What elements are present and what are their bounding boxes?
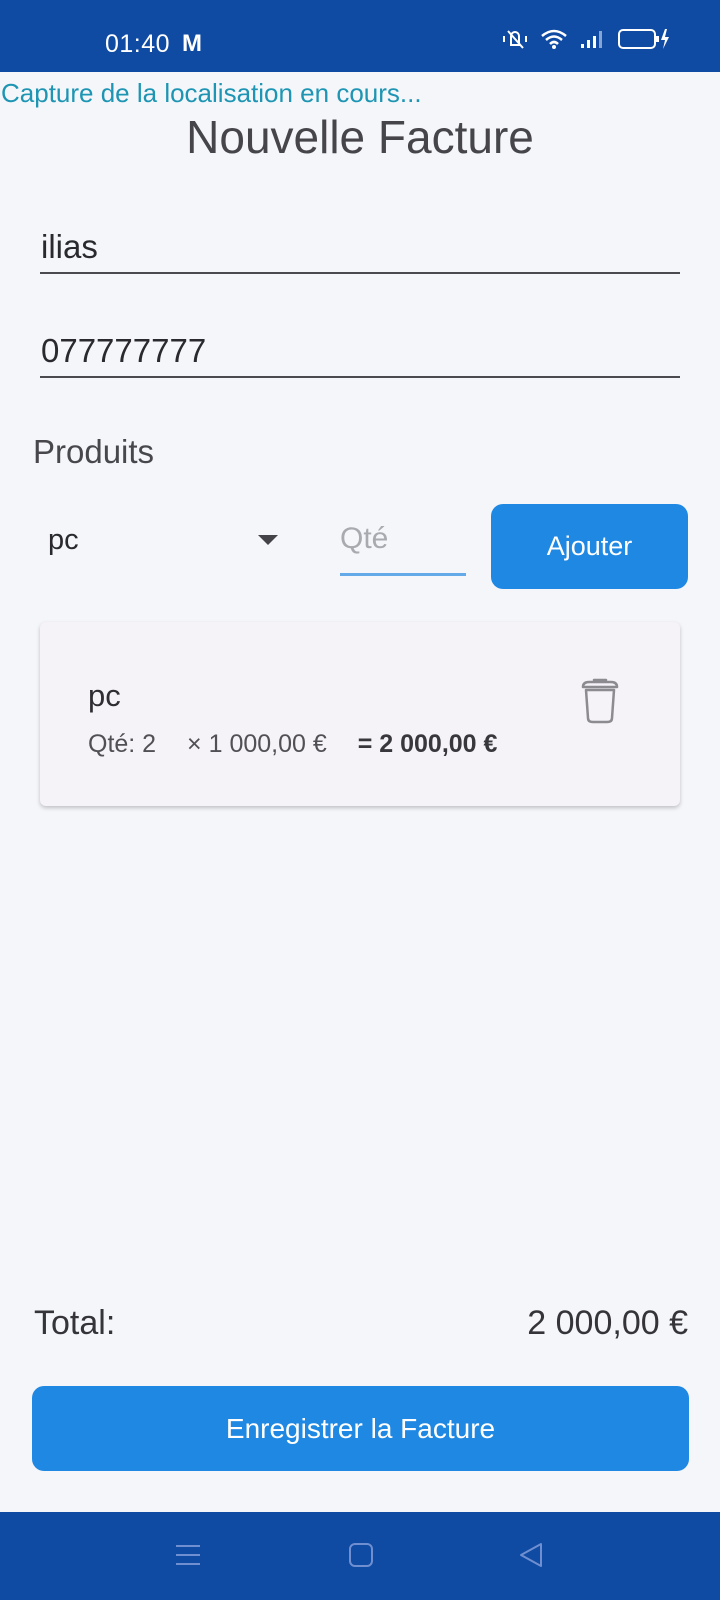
- item-line-total: = 2 000,00 €: [357, 730, 498, 758]
- nav-menu-button[interactable]: [175, 1542, 201, 1573]
- location-status-text: Capture de la localisation en cours...: [1, 78, 422, 108]
- client-phone-input[interactable]: [40, 326, 680, 376]
- client-phone-field[interactable]: [40, 326, 680, 378]
- navigation-bar: [0, 1512, 720, 1600]
- home-square-icon: [349, 1543, 373, 1567]
- product-dropdown-value: pc: [48, 523, 79, 556]
- total-value: 2 000,00 €: [527, 1304, 688, 1342]
- signal-icon: [581, 31, 602, 48]
- mute-vibrate-icon: [503, 30, 527, 49]
- item-detail: Qté: 2 × 1 000,00 € = 2 000,00 €: [88, 730, 497, 759]
- product-dropdown[interactable]: pc: [48, 520, 288, 560]
- item-quantity: Qté: 2: [88, 730, 157, 758]
- save-invoice-button[interactable]: Enregistrer la Facture: [32, 1386, 689, 1471]
- battery-charging-icon: [618, 29, 669, 49]
- back-triangle-icon: [520, 1543, 542, 1567]
- status-bar: 01:40 M: [0, 0, 720, 72]
- item-name: pc: [88, 678, 121, 713]
- quantity-input[interactable]: [340, 512, 466, 566]
- products-section-title: Produits: [33, 433, 155, 470]
- item-unit-price: × 1 000,00 €: [187, 730, 327, 758]
- status-time: 01:40: [105, 30, 171, 58]
- client-name-input[interactable]: [40, 222, 680, 272]
- client-name-field[interactable]: [40, 222, 680, 274]
- invoice-item-card: pc Qté: 2 × 1 000,00 € = 2 000,00 €: [40, 622, 680, 806]
- delete-item-button[interactable]: [580, 674, 620, 726]
- wifi-icon: [541, 29, 567, 49]
- quantity-field[interactable]: [340, 512, 466, 576]
- trash-icon: [581, 678, 619, 724]
- page-title: Nouvelle Facture: [186, 111, 534, 163]
- total-label: Total:: [34, 1304, 116, 1342]
- mail-notification-icon: M: [182, 30, 202, 57]
- add-product-button[interactable]: Ajouter: [491, 504, 688, 589]
- dropdown-caret-icon: [258, 535, 278, 545]
- menu-icon: [176, 1545, 200, 1565]
- nav-home-button[interactable]: [348, 1542, 374, 1573]
- status-icons: [502, 27, 670, 51]
- nav-back-button[interactable]: [518, 1542, 544, 1573]
